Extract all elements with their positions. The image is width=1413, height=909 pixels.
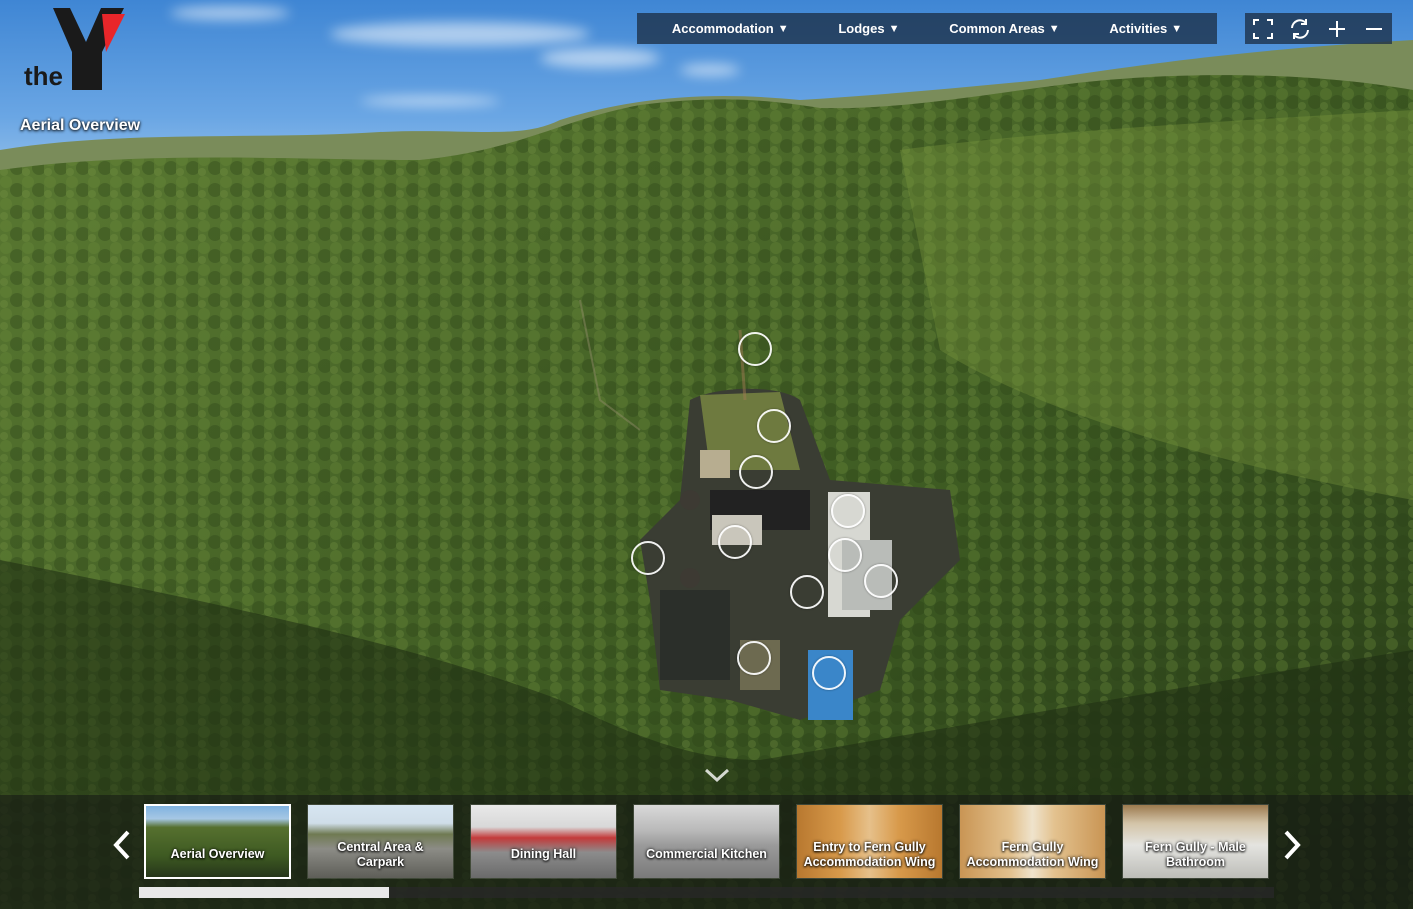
thumbnail-label: Entry to Fern Gully Accommodation Wing bbox=[803, 839, 936, 869]
menu-accommodation[interactable]: Accommodation ▼ bbox=[672, 21, 789, 36]
caret-down-icon: ▼ bbox=[1048, 22, 1060, 35]
thumbnail-scrollbar[interactable] bbox=[139, 887, 1274, 898]
menu-item-label: Accommodation bbox=[671, 21, 774, 36]
chevron-right-icon bbox=[1284, 830, 1301, 860]
scene-hotspot[interactable] bbox=[864, 564, 898, 598]
scene-hotspot[interactable] bbox=[718, 525, 752, 559]
thumbnail-label: Aerial Overview bbox=[170, 847, 265, 861]
toggle-thumbnails-button[interactable] bbox=[702, 764, 732, 786]
fullscreen-icon bbox=[1253, 18, 1274, 39]
thumbnail-label: Central Area & Carpark bbox=[337, 839, 424, 869]
scene-title: Aerial Overview bbox=[20, 117, 141, 134]
fullscreen-button[interactable] bbox=[1249, 15, 1277, 43]
thumbnail-label: Fern Gully Accommodation Wing bbox=[966, 839, 1099, 869]
scene-hotspot[interactable] bbox=[790, 575, 824, 609]
main-menu: Accommodation ▼ Lodges ▼ Common Areas ▼ … bbox=[637, 13, 1217, 44]
thumbnail-central-area-carpark[interactable]: Central Area & Carpark bbox=[307, 804, 454, 879]
menu-activities[interactable]: Activities ▼ bbox=[1109, 21, 1182, 36]
caret-down-icon: ▼ bbox=[888, 22, 900, 35]
autorotate-icon bbox=[1291, 18, 1310, 39]
chevron-left-icon bbox=[113, 830, 130, 860]
scene-hotspot[interactable] bbox=[738, 332, 772, 366]
chevron-down-icon bbox=[704, 768, 730, 783]
thumbnails-prev-button[interactable] bbox=[107, 825, 137, 865]
thumbnail-fern-gully-male-bathroom[interactable]: Fern Gully - Male Bathroom bbox=[1122, 804, 1269, 879]
thumbnails-next-button[interactable] bbox=[1277, 825, 1307, 865]
logo-text: the bbox=[24, 61, 63, 91]
scene-hotspot[interactable] bbox=[737, 641, 771, 675]
zoom-in-button[interactable] bbox=[1323, 15, 1351, 43]
menu-item-label: Activities bbox=[1109, 21, 1168, 36]
scene-hotspot[interactable] bbox=[828, 538, 862, 572]
thumbnail-entry-fern-gully[interactable]: Entry to Fern Gully Accommodation Wing bbox=[796, 804, 943, 879]
thumbnail-scrollbar-thumb[interactable] bbox=[139, 887, 389, 898]
menu-common-areas[interactable]: Common Areas ▼ bbox=[949, 21, 1060, 36]
thumbnail-label: Fern Gully - Male Bathroom bbox=[1145, 839, 1246, 869]
thumbnail-label: Commercial Kitchen bbox=[646, 847, 767, 861]
zoom-out-button[interactable] bbox=[1360, 15, 1388, 43]
scene-hotspot[interactable] bbox=[831, 494, 865, 528]
thumbnail-aerial-overview[interactable]: Aerial Overview bbox=[144, 804, 291, 879]
menu-lodges[interactable]: Lodges ▼ bbox=[838, 21, 899, 36]
scene-hotspot[interactable] bbox=[631, 541, 665, 575]
caret-down-icon: ▼ bbox=[1171, 22, 1183, 35]
autorotate-button[interactable] bbox=[1286, 15, 1314, 43]
thumbnail-dining-hall[interactable]: Dining Hall bbox=[470, 804, 617, 879]
thumbnail-list: Aerial Overview Central Area & Carpark D… bbox=[144, 804, 1274, 879]
scene-hotspot[interactable] bbox=[739, 455, 773, 489]
zoom-in-icon bbox=[1328, 20, 1345, 37]
ymca-logo[interactable]: the bbox=[22, 6, 132, 91]
thumbnail-fern-gully-wing[interactable]: Fern Gully Accommodation Wing bbox=[959, 804, 1106, 879]
viewer-controls bbox=[1245, 13, 1392, 44]
scene-hotspot[interactable] bbox=[812, 656, 846, 690]
caret-down-icon: ▼ bbox=[777, 22, 789, 35]
thumbnail-commercial-kitchen[interactable]: Commercial Kitchen bbox=[633, 804, 780, 879]
menu-item-label: Lodges bbox=[838, 21, 885, 36]
scene-hotspot[interactable] bbox=[757, 409, 791, 443]
zoom-out-icon bbox=[1365, 27, 1382, 30]
thumbnail-label: Dining Hall bbox=[510, 847, 577, 861]
menu-item-label: Common Areas bbox=[949, 21, 1045, 36]
